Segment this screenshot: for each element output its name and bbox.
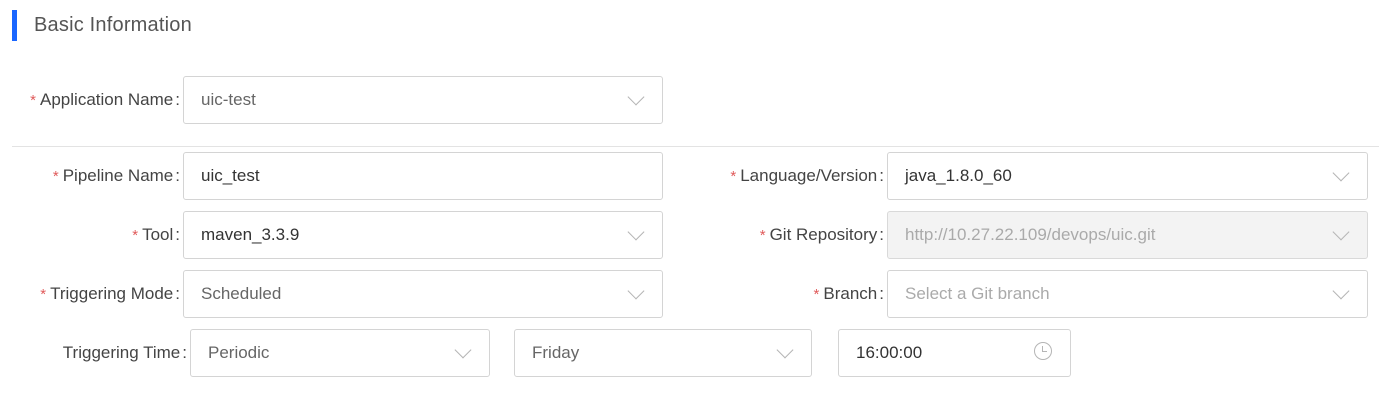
- chevron-down-icon: [627, 282, 645, 300]
- required-mark: *: [30, 91, 37, 109]
- required-mark: *: [759, 226, 766, 244]
- section-header: Basic Information: [12, 10, 192, 41]
- tool-field: * Tool :: [12, 211, 180, 259]
- chevron-down-icon: [627, 88, 645, 106]
- tool-value: maven_3.3.9: [201, 225, 300, 244]
- application-name-select[interactable]: uic-test: [183, 76, 663, 124]
- required-mark: *: [40, 285, 47, 303]
- tool-select[interactable]: maven_3.3.9: [183, 211, 663, 259]
- chevron-down-icon: [1332, 223, 1350, 241]
- pipeline-name-label: * Pipeline Name :: [52, 166, 180, 185]
- application-name-value: uic-test: [201, 90, 256, 109]
- application-name-field: * Application Name :: [12, 76, 180, 124]
- trigger-frequency-value: Periodic: [208, 343, 270, 362]
- tool-label: * Tool :: [132, 225, 180, 244]
- triggering-time-label: Triggering Time :: [62, 343, 187, 362]
- git-repository-label: * Git Repository :: [759, 225, 884, 244]
- trigger-day-value: Friday: [532, 343, 580, 362]
- required-mark: *: [730, 167, 737, 185]
- git-repository-field: * Git Repository :: [690, 211, 884, 259]
- language-version-label: * Language/Version :: [730, 166, 884, 185]
- required-mark: *: [132, 226, 139, 244]
- clock-icon: [1034, 342, 1052, 360]
- divider: [12, 146, 1379, 147]
- pipeline-name-field: * Pipeline Name :: [12, 152, 180, 200]
- trigger-time-value: 16:00:00: [856, 343, 923, 362]
- triggering-time-field: Triggering Time :: [12, 329, 187, 377]
- required-mark: *: [52, 167, 59, 185]
- git-repository-value: http://10.27.22.109/devops/uic.git: [905, 225, 1156, 244]
- branch-placeholder: Select a Git branch: [905, 284, 1050, 303]
- required-mark: *: [813, 285, 820, 303]
- triggering-mode-value: Scheduled: [201, 284, 282, 303]
- language-version-value: java_1.8.0_60: [905, 166, 1012, 185]
- chevron-down-icon: [454, 341, 472, 359]
- pipeline-name-input[interactable]: uic_test: [183, 152, 663, 200]
- branch-label: * Branch :: [813, 284, 884, 303]
- chevron-down-icon: [627, 223, 645, 241]
- git-repository-select: http://10.27.22.109/devops/uic.git: [887, 211, 1368, 259]
- chevron-down-icon: [776, 341, 794, 359]
- trigger-time-picker[interactable]: 16:00:00: [838, 329, 1071, 377]
- branch-field: * Branch :: [690, 270, 884, 318]
- application-name-label: * Application Name :: [30, 90, 180, 109]
- section-accent-bar: [12, 10, 17, 41]
- language-version-select[interactable]: java_1.8.0_60: [887, 152, 1368, 200]
- language-version-field: * Language/Version :: [690, 152, 884, 200]
- chevron-down-icon: [1332, 164, 1350, 182]
- trigger-day-select[interactable]: Friday: [514, 329, 812, 377]
- section-title: Basic Information: [34, 14, 192, 36]
- chevron-down-icon: [1332, 282, 1350, 300]
- trigger-frequency-select[interactable]: Periodic: [190, 329, 490, 377]
- triggering-mode-field: * Triggering Mode :: [12, 270, 180, 318]
- triggering-mode-select[interactable]: Scheduled: [183, 270, 663, 318]
- branch-select[interactable]: Select a Git branch: [887, 270, 1368, 318]
- pipeline-name-value: uic_test: [201, 166, 260, 185]
- triggering-mode-label: * Triggering Mode :: [40, 284, 180, 303]
